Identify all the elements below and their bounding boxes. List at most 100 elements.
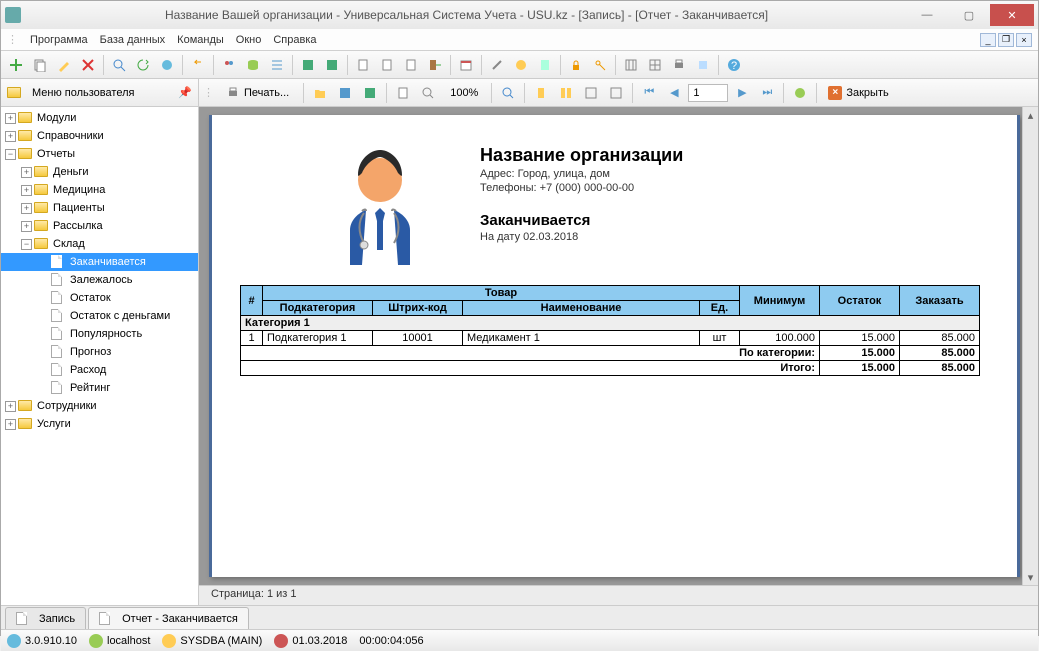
add-icon[interactable] (5, 54, 27, 76)
tree-balance-money[interactable]: Остаток с деньгами (1, 307, 198, 325)
next-page-icon[interactable]: ▶ (731, 82, 753, 104)
maximize-button[interactable]: ▢ (948, 4, 990, 26)
excel-import-icon[interactable] (297, 54, 319, 76)
menu-program[interactable]: Программа (30, 34, 88, 46)
subtotal-row: По категории: 15.000 85.000 (241, 346, 980, 361)
first-page-icon[interactable]: ⏮ (638, 82, 660, 104)
undo-icon[interactable] (187, 54, 209, 76)
window-title: Название Вашей организации - Универсальн… (27, 8, 906, 22)
mdi-restore-button[interactable]: ❐ (998, 33, 1014, 47)
tree-rating[interactable]: Рейтинг (1, 379, 198, 397)
print-icon[interactable] (668, 54, 690, 76)
settings-icon[interactable] (789, 82, 811, 104)
tree-warehouse[interactable]: −Склад (1, 235, 198, 253)
tree-ending[interactable]: Заканчивается (1, 253, 198, 271)
list-icon[interactable] (266, 54, 288, 76)
zoom-page-icon[interactable] (392, 82, 414, 104)
zoom-in-icon[interactable] (417, 82, 439, 104)
scroll-up-icon[interactable]: ▴ (1023, 107, 1038, 123)
lock-icon[interactable] (565, 54, 587, 76)
grid-icon[interactable] (644, 54, 666, 76)
tools-icon[interactable] (486, 54, 508, 76)
calendar-icon[interactable] (455, 54, 477, 76)
tree-expense[interactable]: Расход (1, 361, 198, 379)
menu-database[interactable]: База данных (100, 34, 166, 46)
close-x-icon: × (828, 86, 842, 100)
save-icon[interactable] (334, 82, 356, 104)
tab-report[interactable]: Отчет - Заканчивается (88, 607, 249, 629)
mdi-minimize-button[interactable]: _ (980, 33, 996, 47)
pin-icon[interactable]: 📌 (178, 86, 192, 99)
col-name: Наименование (463, 301, 700, 316)
tree-money[interactable]: +Деньги (1, 163, 198, 181)
grip-icon: ⋮ (7, 33, 18, 46)
last-page-icon[interactable]: ⏭ (756, 82, 778, 104)
prev-page-icon[interactable]: ◀ (663, 82, 685, 104)
tree-modules[interactable]: +Модули (1, 109, 198, 127)
report-table: # Товар Минимум Остаток Заказать Подкате… (240, 285, 980, 376)
menu-window[interactable]: Окно (236, 34, 262, 46)
preview-icon[interactable] (692, 54, 714, 76)
close-report-button[interactable]: × Закрыть (822, 82, 894, 104)
tree-medicine[interactable]: +Медицина (1, 181, 198, 199)
layout1-icon[interactable] (530, 82, 552, 104)
tree-popularity[interactable]: Популярность (1, 325, 198, 343)
report-org: Название организации (480, 145, 683, 166)
zoom-value[interactable]: 100% (442, 87, 486, 99)
close-button[interactable]: ✕ (990, 4, 1034, 26)
tree-patients[interactable]: +Пациенты (1, 199, 198, 217)
col-product: Товар (263, 286, 740, 301)
scroll-down-icon[interactable]: ▾ (1023, 569, 1038, 585)
copy-icon[interactable] (29, 54, 51, 76)
layout2-icon[interactable] (555, 82, 577, 104)
tab-record[interactable]: Запись (5, 607, 86, 629)
open-icon[interactable] (309, 82, 331, 104)
doc2-icon[interactable] (376, 54, 398, 76)
menu-help[interactable]: Справка (273, 34, 316, 46)
delete-icon[interactable] (77, 54, 99, 76)
search-icon[interactable] (108, 54, 130, 76)
doc3-icon[interactable] (400, 54, 422, 76)
file-icon (16, 612, 32, 626)
report-page: Название организации Адрес: Город, улица… (209, 115, 1020, 577)
help-icon[interactable]: ? (723, 54, 745, 76)
tree-stale[interactable]: Залежалось (1, 271, 198, 289)
tree[interactable]: +Модули +Справочники −Отчеты +Деньги +Ме… (1, 107, 198, 605)
excel-export-icon[interactable] (321, 54, 343, 76)
page-info: Страница: 1 из 1 (199, 585, 1038, 605)
refresh-icon[interactable] (132, 54, 154, 76)
tree-mailing[interactable]: +Рассылка (1, 217, 198, 235)
col-barcode: Штрих-код (373, 301, 463, 316)
tree-services[interactable]: +Услуги (1, 415, 198, 433)
note-icon[interactable] (534, 54, 556, 76)
palette-icon[interactable] (510, 54, 532, 76)
layout3-icon[interactable] (580, 82, 602, 104)
col-unit: Ед. (700, 301, 740, 316)
tree-references[interactable]: +Справочники (1, 127, 198, 145)
total-row: Итого: 15.000 85.000 (241, 361, 980, 376)
columns-icon[interactable] (620, 54, 642, 76)
doc1-icon[interactable] (352, 54, 374, 76)
users-icon[interactable] (218, 54, 240, 76)
report-viewport[interactable]: Название организации Адрес: Город, улица… (199, 107, 1038, 605)
tree-employees[interactable]: +Сотрудники (1, 397, 198, 415)
layout4-icon[interactable] (605, 82, 627, 104)
key-icon[interactable] (589, 54, 611, 76)
globe-icon[interactable] (156, 54, 178, 76)
minimize-button[interactable]: — (906, 4, 948, 26)
tree-balance[interactable]: Остаток (1, 289, 198, 307)
tree-forecast[interactable]: Прогноз (1, 343, 198, 361)
mdi-close-button[interactable]: × (1016, 33, 1032, 47)
vertical-scrollbar[interactable]: ▴ ▾ (1022, 107, 1038, 585)
report-address: Адрес: Город, улица, дом (480, 168, 683, 180)
tree-reports[interactable]: −Отчеты (1, 145, 198, 163)
exit-icon[interactable] (424, 54, 446, 76)
menu-commands[interactable]: Команды (177, 34, 224, 46)
find-icon[interactable] (497, 82, 519, 104)
database-icon[interactable] (242, 54, 264, 76)
edit-icon[interactable] (53, 54, 75, 76)
svg-text:?: ? (731, 60, 737, 72)
export-excel-icon[interactable] (359, 82, 381, 104)
page-number-input[interactable] (688, 84, 728, 102)
print-button[interactable]: Печать... (217, 82, 298, 104)
